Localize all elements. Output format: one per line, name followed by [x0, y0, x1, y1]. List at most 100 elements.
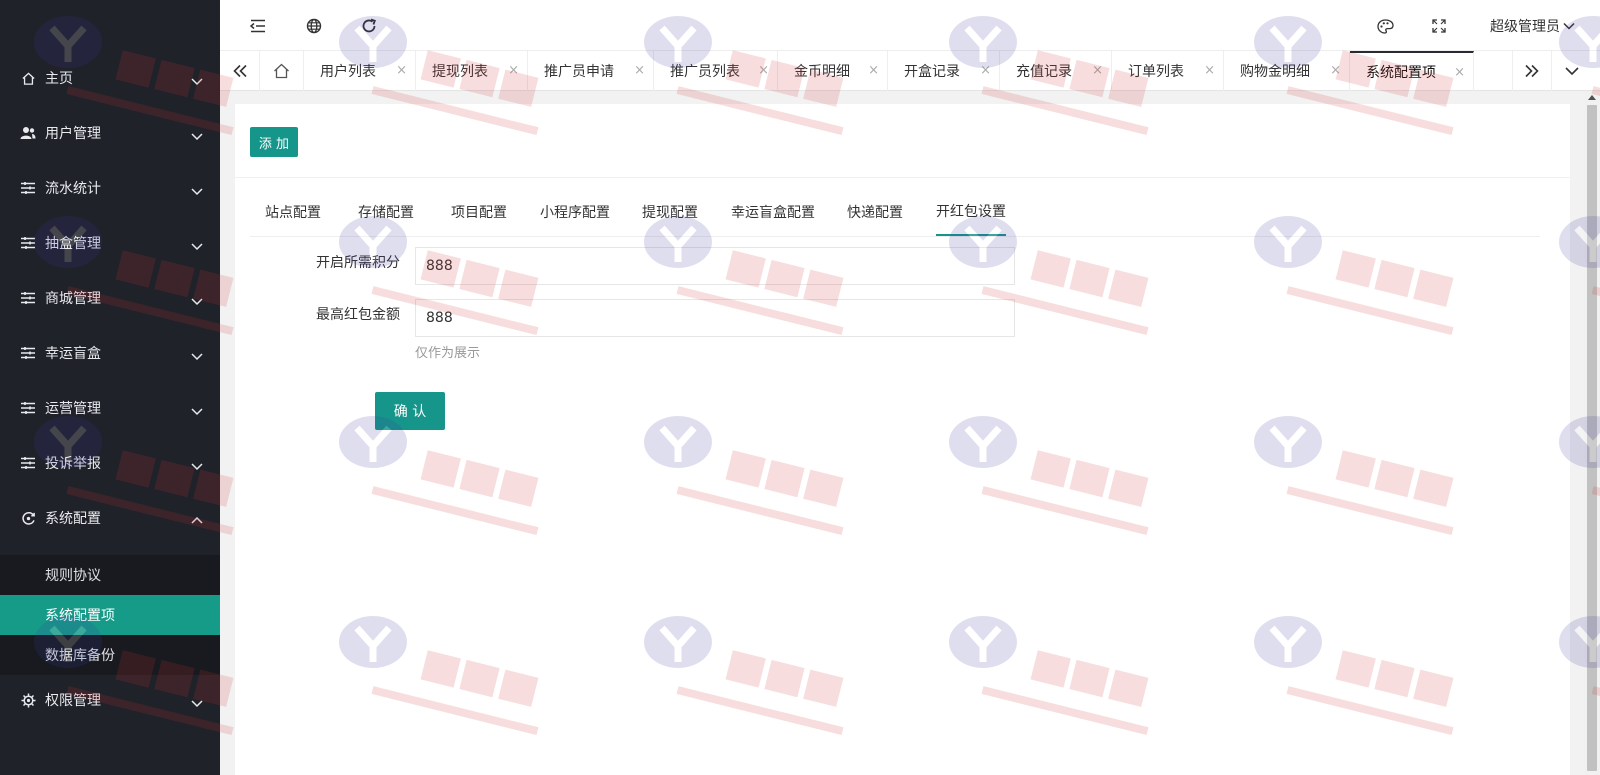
close-icon[interactable]: × — [634, 63, 645, 78]
tab-label: 购物金明细 — [1240, 64, 1310, 80]
sidebar-item-permissions[interactable]: 权限管理 — [0, 676, 220, 724]
sidebar-item-label: 流水统计 — [45, 181, 101, 197]
config-tab-site[interactable]: 站点配置 — [265, 188, 321, 236]
tabs-scroll-left-icon[interactable] — [220, 51, 260, 91]
tab-promoter-list[interactable]: 推广员列表 × — [654, 51, 778, 91]
sidebar: 主页 用户管理 流水统计 抽盒管理 商城管理 幸运盲盒 运营管理 投诉举报 系统… — [0, 0, 220, 775]
sidebar-item-operations[interactable]: 运营管理 — [0, 384, 220, 432]
display-only-tip: 仅作为展示 — [415, 346, 481, 361]
tab-open-box-record[interactable]: 开盒记录 × — [888, 51, 1000, 91]
palette-icon[interactable] — [1376, 17, 1394, 35]
chevron-down-icon — [191, 463, 203, 471]
sidebar-item-label: 运营管理 — [45, 401, 101, 417]
config-tab-red-packet[interactable]: 开红包设置 — [936, 188, 1006, 236]
close-icon[interactable]: × — [980, 63, 991, 78]
globe-icon[interactable] — [305, 17, 323, 35]
config-tab-storage[interactable]: 存储配置 — [358, 188, 414, 236]
tab-user-list[interactable]: 用户列表 × — [304, 51, 416, 91]
chevron-down-icon — [191, 133, 203, 141]
tab-recharge-record[interactable]: 充值记录 × — [1000, 51, 1112, 91]
sidebar-item-home[interactable]: 主页 — [0, 54, 220, 102]
sidebar-item-label: 权限管理 — [45, 693, 101, 709]
page-tabs-bar: 用户列表 × 提现列表 × 推广员申请 × 推广员列表 × 金币明细 × 开盒记… — [220, 50, 1600, 91]
points-required-label: 开启所需积分 — [316, 255, 400, 271]
sidebar-subitem-label: 数据库备份 — [45, 648, 115, 664]
chevron-down-icon — [191, 298, 203, 306]
close-icon[interactable]: × — [1330, 63, 1341, 78]
scroll-up-arrow-icon[interactable] — [1587, 93, 1597, 101]
sidebar-item-label: 投诉举报 — [45, 456, 101, 472]
sidebar-item-label: 用户管理 — [45, 126, 101, 142]
list-icon — [20, 180, 36, 196]
chevron-up-icon — [191, 516, 203, 524]
page-scrollbar[interactable] — [1584, 91, 1600, 775]
config-tab-project[interactable]: 项目配置 — [451, 188, 507, 236]
close-icon[interactable]: × — [1204, 63, 1215, 78]
tab-coin-detail[interactable]: 金币明细 × — [778, 51, 888, 91]
close-icon[interactable]: × — [1092, 63, 1103, 78]
chevron-down-icon — [191, 243, 203, 251]
home-tab-icon[interactable] — [260, 51, 304, 91]
confirm-button[interactable]: 确 认 — [375, 392, 445, 430]
sidebar-item-lucky-box[interactable]: 幸运盲盒 — [0, 329, 220, 377]
config-tab-miniprogram[interactable]: 小程序配置 — [540, 188, 610, 236]
tab-label: 推广员列表 — [670, 64, 740, 80]
sidebar-item-complaints[interactable]: 投诉举报 — [0, 439, 220, 487]
max-red-packet-label: 最高红包金额 — [316, 307, 400, 323]
config-tab-lucky-box[interactable]: 幸运盲盒配置 — [731, 188, 815, 236]
tab-label: 订单列表 — [1128, 64, 1184, 80]
content-panel: 添 加 站点配置 存储配置 项目配置 小程序配置 提现配置 幸运盲盒配置 快递配… — [235, 104, 1570, 775]
menu-fold-icon[interactable] — [249, 17, 267, 35]
close-icon[interactable]: × — [868, 63, 879, 78]
tab-order-list[interactable]: 订单列表 × — [1112, 51, 1224, 91]
chevron-down-icon — [191, 188, 203, 196]
users-icon — [20, 125, 36, 141]
sidebar-item-label: 商城管理 — [45, 291, 101, 307]
tab-shopping-money-detail[interactable]: 购物金明细 × — [1224, 51, 1350, 91]
list-icon — [20, 455, 36, 471]
add-button[interactable]: 添 加 — [250, 127, 298, 157]
close-icon[interactable]: × — [1454, 65, 1465, 80]
sidebar-item-user-management[interactable]: 用户管理 — [0, 109, 220, 157]
tab-withdraw-list[interactable]: 提现列表 × — [416, 51, 528, 91]
refresh-icon[interactable] — [360, 17, 378, 35]
sidebar-item-system-config[interactable]: 系统配置 — [0, 494, 220, 542]
sidebar-item-flow-stats[interactable]: 流水统计 — [0, 164, 220, 212]
tab-label: 充值记录 — [1016, 64, 1072, 80]
max-red-packet-input[interactable] — [415, 299, 1015, 337]
tabs-menu-chevron-down-icon[interactable] — [1552, 51, 1592, 91]
user-menu[interactable]: 超级管理员 — [1490, 16, 1576, 36]
list-icon — [20, 345, 36, 361]
list-icon — [20, 290, 36, 306]
sidebar-item-mall-management[interactable]: 商城管理 — [0, 274, 220, 322]
sidebar-item-box-management[interactable]: 抽盒管理 — [0, 219, 220, 267]
tabs-scroll-right-icon[interactable] — [1512, 51, 1552, 91]
sidebar-subitem-db-backup[interactable]: 数据库备份 — [0, 635, 220, 675]
sidebar-item-label: 主页 — [45, 71, 73, 87]
config-tab-express[interactable]: 快递配置 — [847, 188, 903, 236]
tab-label: 推广员申请 — [544, 64, 614, 80]
sidebar-item-label: 抽盒管理 — [45, 236, 101, 252]
sidebar-subitem-label: 规则协议 — [45, 568, 101, 584]
close-icon[interactable]: × — [396, 63, 407, 78]
chevron-down-icon — [1563, 22, 1575, 30]
config-tab-withdraw[interactable]: 提现配置 — [642, 188, 698, 236]
scroll-thumb[interactable] — [1587, 105, 1597, 771]
list-icon — [20, 400, 36, 416]
tab-system-config-items[interactable]: 系统配置项 × — [1350, 51, 1474, 91]
tab-label: 提现列表 — [432, 64, 488, 80]
sidebar-submenu-system-config: 规则协议 系统配置项 数据库备份 — [0, 555, 220, 675]
sidebar-subitem-system-config-items[interactable]: 系统配置项 — [0, 595, 220, 635]
sidebar-subitem-rules[interactable]: 规则协议 — [0, 555, 220, 595]
close-icon[interactable]: × — [758, 63, 769, 78]
points-required-input[interactable] — [415, 247, 1015, 285]
chevron-down-icon — [191, 408, 203, 416]
chevron-down-icon — [191, 700, 203, 708]
tab-promoter-apply[interactable]: 推广员申请 × — [528, 51, 654, 91]
home-icon — [20, 70, 36, 86]
settings-cycle-icon — [20, 510, 36, 526]
chevron-down-icon — [191, 78, 203, 86]
chevron-down-icon — [191, 353, 203, 361]
close-icon[interactable]: × — [508, 63, 519, 78]
fullscreen-icon[interactable] — [1430, 17, 1448, 35]
